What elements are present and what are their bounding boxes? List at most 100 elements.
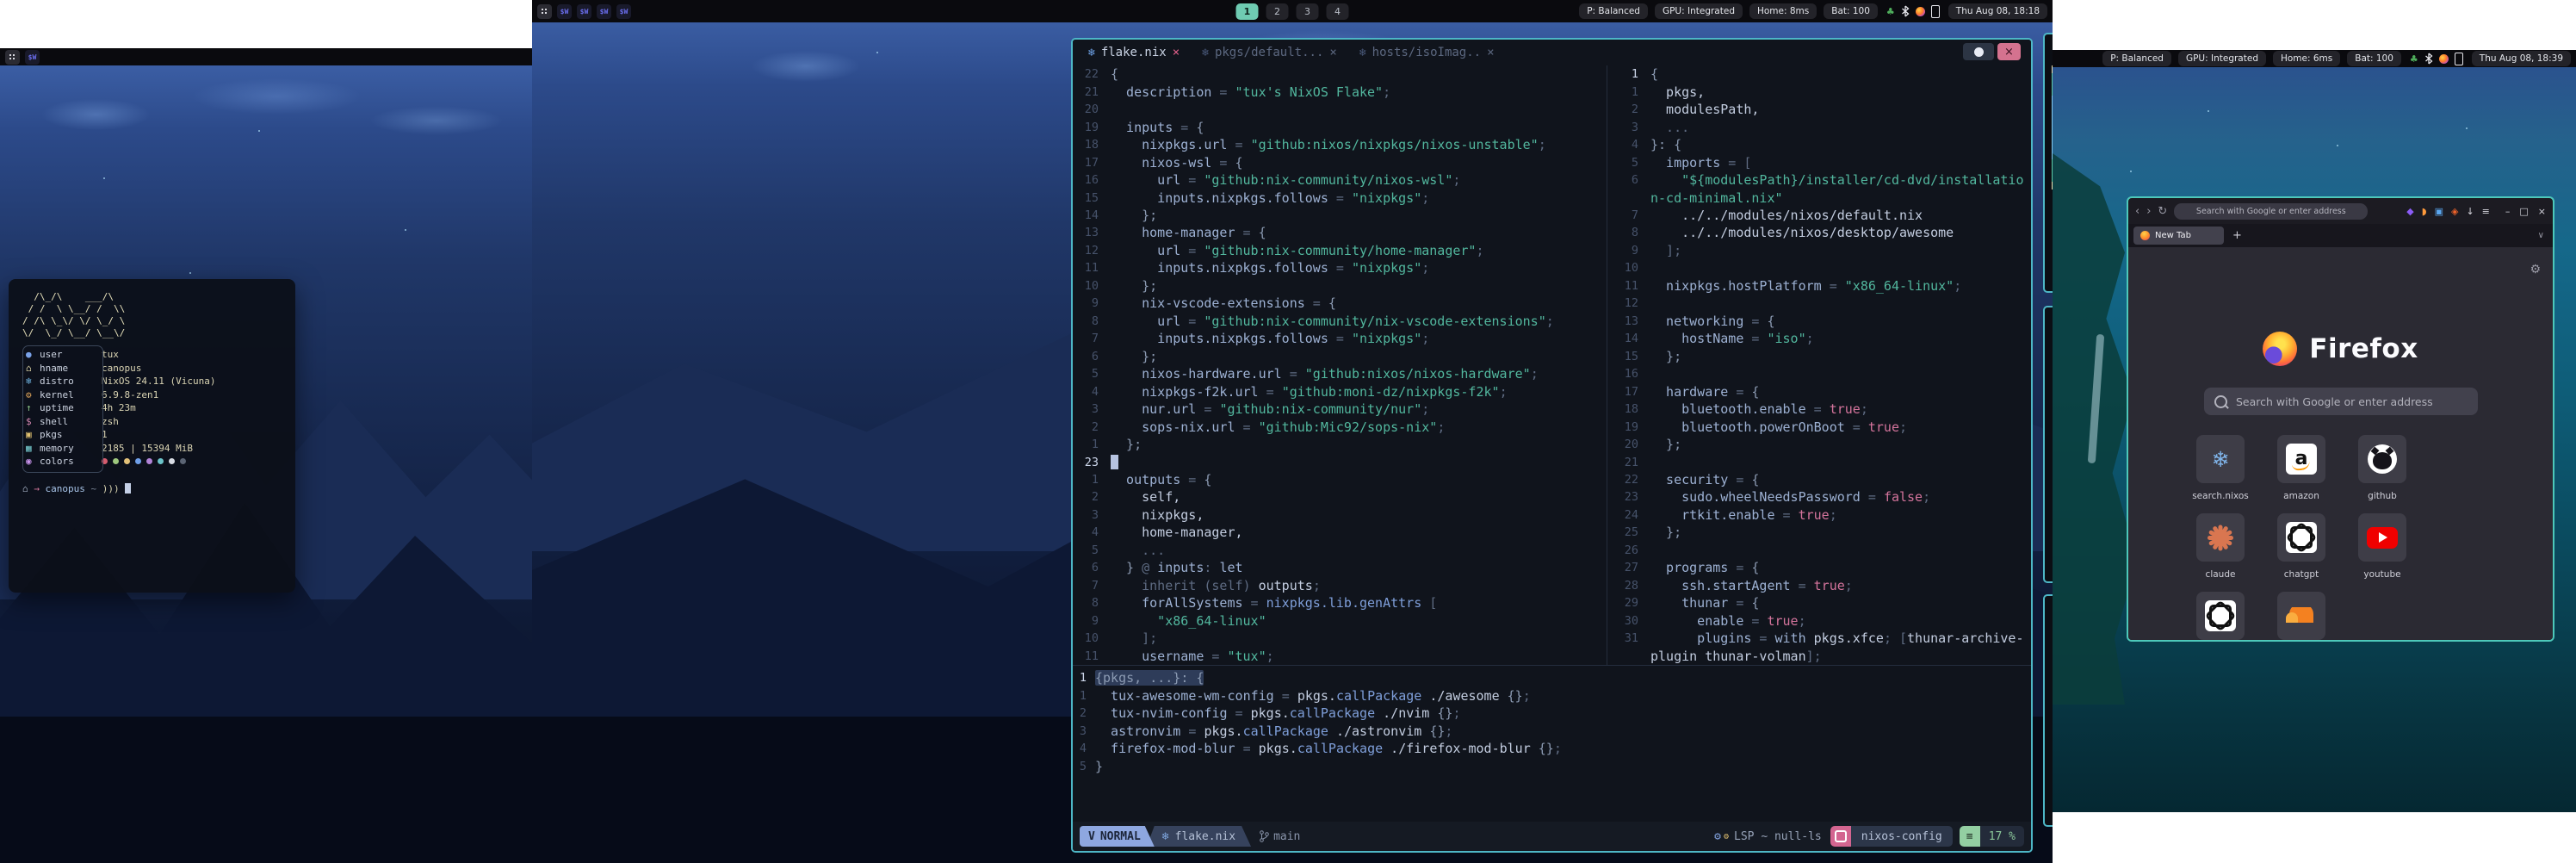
color-app-icon[interactable] [2439, 54, 2449, 64]
maximize-button[interactable]: □ [2519, 206, 2528, 217]
shortcut-label: search.nixos [2192, 491, 2249, 501]
color-dot [146, 458, 152, 464]
nix-icon: ❄ [1359, 47, 1366, 59]
editor-pane-packages[interactable]: 1{pkgs, ...}: {1 tux-awesome-wm-config =… [1073, 665, 2031, 824]
fastfetch-output: ●usertux⌂hnamecanopus❄distroNixOS 24.11 … [22, 348, 282, 495]
forward-button[interactable]: › [2146, 205, 2151, 218]
distro-icon: ❄ [22, 375, 40, 388]
system-tray: ♣ [1883, 5, 1943, 18]
window-icon[interactable]: $W [616, 4, 631, 19]
color-app-icon[interactable] [1916, 7, 1925, 16]
minimize-button[interactable]: – [2505, 206, 2511, 217]
shortcut-search-nixos[interactable]: ❄search.nixos [2183, 435, 2257, 501]
shield-icon[interactable]: ◆ [2406, 207, 2413, 216]
launcher-icon[interactable] [537, 4, 552, 19]
shortcut-chat-openai[interactable]: chat.openai [2183, 592, 2257, 642]
extension-toolbar: ◆ ◗ ▣ ◈ ↓ ≡ [2406, 207, 2490, 216]
window-icon[interactable]: $W [25, 50, 40, 65]
code-line: 3 astronvim = pkgs.callPackage ./astronv… [1073, 722, 2031, 739]
code-line: 8 url = "github:nix-community/nix-vscode… [1073, 313, 1607, 330]
bar-module[interactable]: GPU: Integrated [1655, 3, 1743, 19]
code-line: 15 inputs.nixpkgs.follows = "nixpkgs"; [1073, 189, 1607, 206]
shortcut-claude[interactable]: claude [2183, 513, 2257, 580]
bar-module[interactable]: Bat: 100 [2347, 51, 2401, 66]
shortcut-youtube[interactable]: youtube [2345, 513, 2419, 580]
editor-tab-hosts-isoImag-[interactable]: ❄hosts/isoImag..× [1359, 46, 1495, 59]
downloads-icon[interactable]: ↓ [2466, 207, 2474, 216]
editor-tab-pkgs-default-[interactable]: ❄pkgs/default...× [1202, 46, 1337, 59]
window-icon[interactable]: $W [597, 4, 611, 19]
tab-new-tab[interactable]: New Tab [2133, 227, 2224, 245]
reload-button[interactable]: ↻ [2158, 205, 2167, 218]
phone-icon[interactable] [2455, 53, 2463, 65]
code-line: 11 username = "tux"; [1073, 647, 1607, 664]
clock-panel: 08/08/24 =====================> Playing:… [2043, 306, 2053, 583]
shortcut-github[interactable]: github [2345, 435, 2419, 501]
editor-pane-flake[interactable]: 22{21 description = "tux's NixOS Flake";… [1073, 65, 1607, 665]
code-line: 13 home-manager = { [1073, 224, 1607, 241]
firefox-wordmark: Firefox [2309, 333, 2418, 364]
bar-module[interactable]: P: Balanced [2102, 51, 2171, 66]
color-dot [169, 458, 175, 464]
editor-pane-iso[interactable]: 1{1 pkgs,2 modulesPath,3 ...4}: {5 impor… [1607, 65, 2031, 665]
shell-prompt[interactable]: ⌂ → canopus ~ ))) [22, 482, 282, 496]
code-line: 6 }; [1073, 348, 1607, 365]
code-line: 3 nur.url = "github:nix-community/nur"; [1073, 400, 1607, 418]
fetch-row-shell: $shellzsh [22, 415, 282, 429]
window-icon[interactable]: $W [557, 4, 572, 19]
fox-icon[interactable]: ◈ [2451, 207, 2458, 216]
color-dot [102, 458, 108, 464]
back-button[interactable]: ‹ [2135, 205, 2139, 218]
colors-icon: ◉ [22, 455, 40, 469]
code-line: 12 [1613, 295, 2031, 312]
url-bar[interactable]: Search with Google or enter address [2174, 203, 2368, 220]
bar-module[interactable]: Home: 8ms [1749, 3, 1817, 19]
window-icon[interactable]: $W [577, 4, 591, 19]
editor-tab-flake-nix[interactable]: ❄flake.nix× [1088, 46, 1180, 59]
shortcut-amazon[interactable]: aamazon [2264, 435, 2338, 501]
right-monitor: P: Balanced GPU: Integrated Home: 6ms Bat: … [2053, 50, 2576, 812]
workspace-4[interactable]: 4 [1327, 3, 1349, 20]
bluetooth-icon[interactable] [2424, 53, 2433, 65]
left-monitor-bar: $W [0, 48, 532, 65]
bluetooth-icon[interactable] [1901, 5, 1910, 17]
close-button[interactable]: × [2538, 206, 2546, 217]
new-tab-button[interactable]: + [2232, 229, 2242, 242]
search-input[interactable]: Search with Google or enter address [2204, 388, 2478, 415]
color-dot [180, 458, 186, 464]
terminal-window[interactable]: /\_/\ ___/\ / / \ \__/ / \\ / /\ \_\/ \/… [9, 279, 295, 593]
tab-close-icon[interactable]: × [1329, 46, 1336, 59]
code-line: 26 [1613, 542, 2031, 559]
shortcut-chatgpt[interactable]: chatgpt [2264, 513, 2338, 580]
workspace-2[interactable]: 2 [1266, 3, 1289, 20]
bar-module[interactable]: P: Balanced [1579, 3, 1648, 19]
moon-icon[interactable]: ◗ [2422, 207, 2427, 216]
tab-list-chevron[interactable]: ∨ [2538, 231, 2544, 240]
tab-close-icon[interactable]: × [1173, 46, 1180, 59]
shortcut-cloudflare[interactable]: cloudflare [2264, 592, 2338, 642]
code-line: 10 ]; [1073, 630, 1607, 647]
desktop: $W /\_/\ ___/\ / / \ \__/ / \\ / /\ \_\/… [0, 0, 2576, 863]
eye-toggle-button[interactable] [1963, 43, 1994, 60]
tab-close-icon[interactable]: × [1487, 46, 1494, 59]
phone-icon[interactable] [1931, 5, 1940, 18]
page-icon[interactable]: ▣ [2435, 207, 2443, 216]
app-menu-icon[interactable]: ≡ [2482, 207, 2490, 216]
bar-module[interactable]: Bat: 100 [1824, 3, 1878, 19]
plant-icon[interactable]: ♣ [1886, 7, 1895, 16]
clock-module[interactable]: Thu Aug 08, 18:39 [2472, 51, 2571, 66]
shortcut-label: amazon [2283, 491, 2319, 501]
clock-module[interactable]: Thu Aug 08, 18:18 [1948, 3, 2047, 19]
bar-module[interactable]: GPU: Integrated [2178, 51, 2266, 66]
workspace-3[interactable]: 3 [1297, 3, 1319, 20]
color-dot [124, 458, 130, 464]
bar-module[interactable]: Home: 6ms [2273, 51, 2340, 66]
plant-icon[interactable]: ♣ [2410, 54, 2418, 64]
gear-icon[interactable]: ⚙ [2530, 263, 2541, 276]
tab-label: pkgs/default... [1215, 46, 1323, 59]
workspace-1[interactable]: 1 [1236, 3, 1259, 20]
code-line: 1{pkgs, ...}: { [1073, 669, 2031, 686]
launcher-icon[interactable] [5, 50, 20, 65]
code-line: 9 ]; [1613, 242, 2031, 259]
window-close-button[interactable]: × [1997, 43, 2021, 60]
